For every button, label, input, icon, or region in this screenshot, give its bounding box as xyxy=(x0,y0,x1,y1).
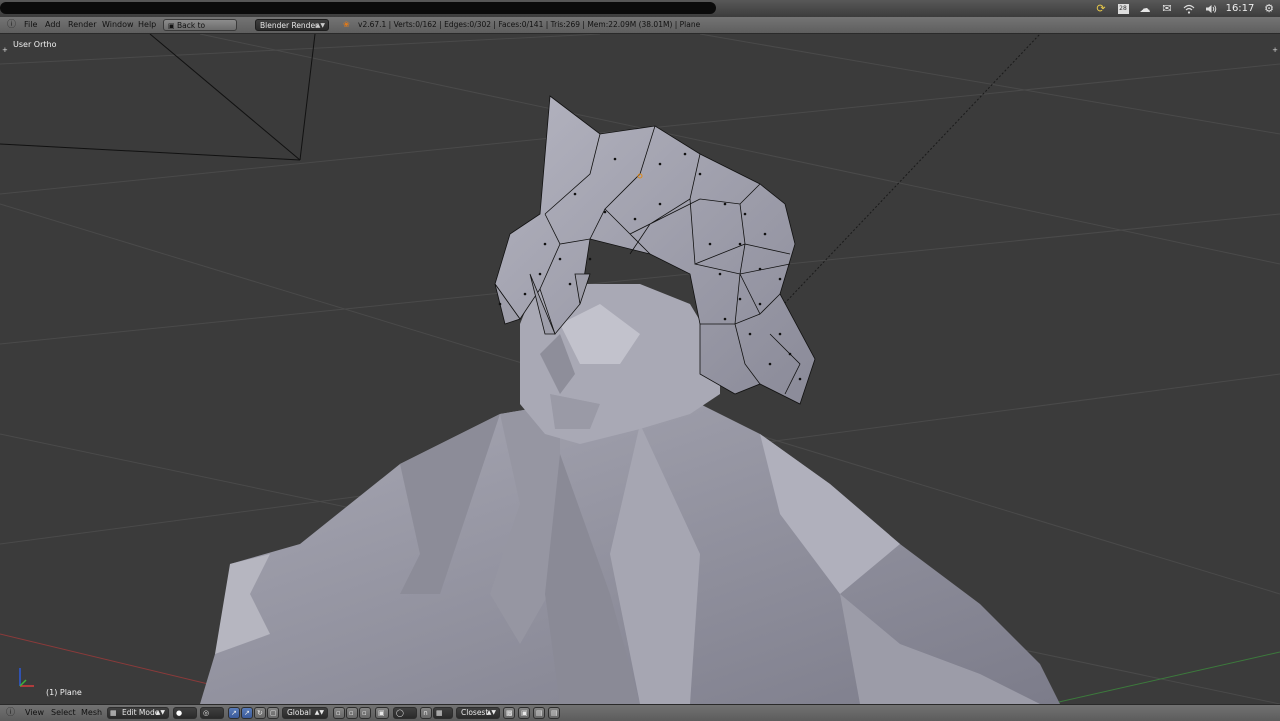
snap-target-label: Closest xyxy=(461,708,489,717)
view3d-header: ⓘ View Select Mesh ▦ Edit Mode ▲▼ ● ◎ ↗ … xyxy=(0,704,1280,721)
scene-stats: v2.67.1 | Verts:0/162 | Edges:0/302 | Fa… xyxy=(358,20,701,29)
edit-mode-icon: ▦ xyxy=(110,709,117,717)
calendar-icon[interactable]: 28 xyxy=(1112,0,1134,17)
face-select-button[interactable]: ▫ xyxy=(359,707,371,719)
orientation-label: Global xyxy=(287,708,311,717)
gear-icon[interactable]: ⚙ xyxy=(1258,0,1280,17)
chevron-updown-icon: ▲▼ xyxy=(315,22,325,29)
rotate-manipulator-button[interactable]: ↻ xyxy=(254,707,266,719)
vertex-select-icon: ▫ xyxy=(336,709,341,717)
view-name-label: User Ortho xyxy=(13,40,57,49)
pivot-dropdown[interactable]: ◎ xyxy=(200,707,224,719)
chevron-updown-icon-orientation: ▲▼ xyxy=(314,709,324,716)
volume-icon[interactable] xyxy=(1200,0,1222,17)
axis-gizmo-icon xyxy=(19,668,34,687)
snap-element-dropdown[interactable]: ▦ xyxy=(433,707,453,719)
translate-manipulator-button[interactable]: ↗ xyxy=(241,707,253,719)
manipulator-icon: ↗ xyxy=(231,709,237,717)
proportional-edit-icon: ◯ xyxy=(396,709,404,717)
chevron-updown-icon-snap: ▲▼ xyxy=(486,709,496,716)
solid-shading-icon: ● xyxy=(176,709,183,717)
render-preview-button[interactable]: ▣ xyxy=(518,707,530,719)
snap-target-dropdown[interactable]: Closest ▲▼ xyxy=(456,707,500,719)
manipulator-toggle[interactable]: ↗ xyxy=(228,707,240,719)
film-icon: ▤ xyxy=(551,709,558,717)
snap-align-button[interactable]: ▩ xyxy=(503,707,515,719)
menu-window[interactable]: Window xyxy=(102,17,134,33)
corner-plus-icon[interactable]: + xyxy=(2,46,8,54)
y-axis-line xyxy=(1049,651,1280,704)
scale-icon: ▢ xyxy=(270,709,277,717)
limit-selection-button[interactable]: ▣ xyxy=(375,707,389,719)
pivot-icon: ◎ xyxy=(203,709,210,717)
scale-manipulator-button[interactable]: ▢ xyxy=(267,707,279,719)
rotate-icon: ↻ xyxy=(257,709,263,717)
viewport-shading-dropdown[interactable]: ● xyxy=(173,707,197,719)
3d-viewport[interactable]: User Ortho (1) Plane + + xyxy=(0,34,1280,704)
corner-plus-icon-right[interactable]: + xyxy=(1272,46,1278,54)
menu-file[interactable]: File xyxy=(24,17,37,33)
blender-logo-icon: ❀ xyxy=(343,20,350,29)
snap-element-icon: ▦ xyxy=(436,709,443,717)
camera-object xyxy=(0,34,316,161)
info-header: ⓘ File Add Render Window Help ▣ Back to … xyxy=(0,17,1280,42)
render-icon: ▣ xyxy=(521,709,528,717)
face-select-icon: ▫ xyxy=(362,709,367,717)
editor-type-icon[interactable]: ⓘ xyxy=(7,17,16,33)
render-engine-dropdown[interactable]: Blender Render ▲▼ xyxy=(255,19,329,31)
menu-view[interactable]: View xyxy=(25,705,44,721)
snap-align-icon: ▩ xyxy=(506,709,513,717)
clock[interactable]: 16:17 xyxy=(1222,3,1258,14)
opengl-render-button[interactable]: ▤ xyxy=(533,707,545,719)
snap-toggle[interactable]: ∩ xyxy=(420,707,432,719)
edge-select-icon: ▫ xyxy=(349,709,354,717)
chevron-updown-icon-mode: ▲▼ xyxy=(155,709,165,716)
screen-icon: ▣ xyxy=(168,22,175,30)
active-object-label: (1) Plane xyxy=(46,688,82,697)
viewport-canvas[interactable] xyxy=(0,34,1280,704)
menu-select[interactable]: Select xyxy=(51,705,76,721)
limit-selection-icon: ▣ xyxy=(378,709,385,717)
arrow-icon: ↗ xyxy=(244,709,250,717)
sync-icon[interactable]: ⟳ xyxy=(1090,0,1112,17)
transform-orientation-dropdown[interactable]: Global ▲▼ xyxy=(282,707,328,719)
wifi-icon[interactable] xyxy=(1178,0,1200,17)
character-body xyxy=(200,404,1060,704)
calendar-day: 28 xyxy=(1117,3,1129,14)
render-engine-label: Blender Render xyxy=(260,21,319,30)
magnet-icon: ∩ xyxy=(423,709,429,717)
edge-select-button[interactable]: ▫ xyxy=(346,707,358,719)
camera-render-icon: ▤ xyxy=(536,709,543,717)
window-title-strip xyxy=(0,2,716,14)
system-tray: ⟳ 28 ☁ ✉ 16:17 ⚙ xyxy=(1090,0,1280,17)
back-to-previous-button[interactable]: ▣ Back to Previous xyxy=(163,19,237,42)
system-top-bar: ⟳ 28 ☁ ✉ 16:17 ⚙ xyxy=(0,0,1280,17)
mode-dropdown[interactable]: ▦ Edit Mode ▲▼ xyxy=(107,707,169,719)
menu-add[interactable]: Add xyxy=(45,17,61,33)
opengl-render-anim-button[interactable]: ▤ xyxy=(548,707,560,719)
mail-icon[interactable]: ✉ xyxy=(1156,0,1178,17)
vertex-select-button[interactable]: ▫ xyxy=(333,707,345,719)
menu-help[interactable]: Help xyxy=(138,17,156,33)
mode-label: Edit Mode xyxy=(122,708,160,717)
cloud-icon[interactable]: ☁ xyxy=(1134,0,1156,17)
editor-type-icon-footer[interactable]: ⓘ xyxy=(6,705,15,721)
menu-render[interactable]: Render xyxy=(68,17,96,33)
menu-mesh[interactable]: Mesh xyxy=(81,705,102,721)
proportional-edit-dropdown[interactable]: ◯ xyxy=(393,707,417,719)
